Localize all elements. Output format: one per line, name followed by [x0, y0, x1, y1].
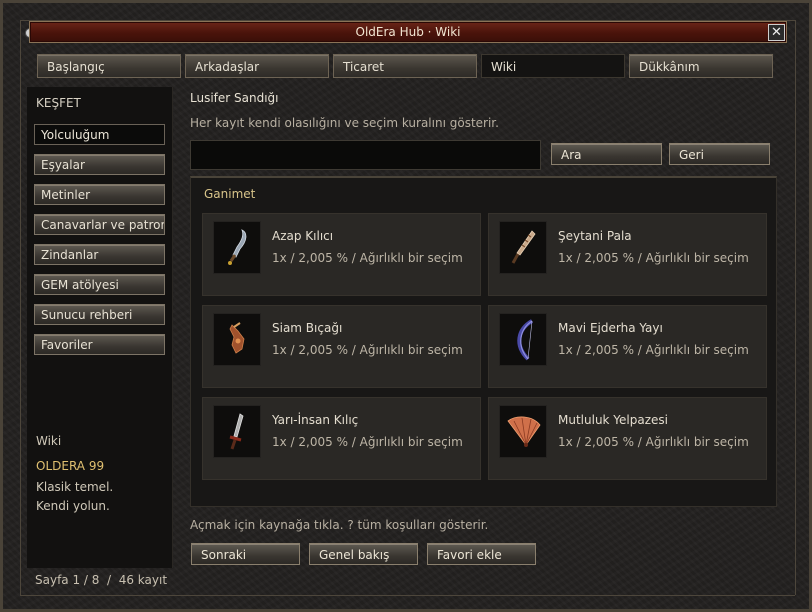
title-bar[interactable]: OldEra Hub · Wiki	[29, 21, 787, 43]
server-tagline-2: Kendi yolun.	[36, 499, 110, 513]
loot-item-name: Yarı-İnsan Kılıç	[272, 413, 359, 427]
server-tagline-1: Klasik temel.	[36, 480, 114, 494]
add-favorite-button-label: Favori ekle	[437, 548, 502, 562]
page-title: Lusifer Sandığı	[190, 91, 279, 105]
loot-item-card[interactable]: Şeytani Pala 1x / 2,005 % / Ağırlıklı bi…	[488, 213, 767, 296]
close-button[interactable]: ✕	[768, 24, 785, 41]
server-name: OLDERA 99	[36, 459, 105, 473]
loot-item-name: Mavi Ejderha Yayı	[558, 321, 663, 335]
page-description: Her kayıt kendi olasılığını ve seçim kur…	[190, 116, 499, 130]
sidebar-item-label: Eşyalar	[41, 158, 85, 172]
sidebar-item-label: GEM atölyesi	[41, 278, 119, 292]
search-input[interactable]	[190, 140, 541, 170]
loot-item-name: Mutluluk Yelpazesi	[558, 413, 668, 427]
sidebar-item-label: Zindanlar	[41, 248, 99, 262]
overview-button-label: Genel bakış	[319, 548, 390, 562]
tab-label: Arkadaşlar	[195, 60, 260, 74]
sidebar-item-label: Favoriler	[41, 338, 93, 352]
tab-ticaret[interactable]: Ticaret	[333, 54, 477, 78]
next-button-label: Sonraki	[201, 548, 247, 562]
loot-item-detail: 1x / 2,005 % / Ağırlıklı bir seçim	[558, 251, 749, 265]
add-favorite-button[interactable]: Favori ekle	[427, 543, 536, 565]
sidebar-item-label: Yolculuğum	[41, 128, 110, 142]
next-button[interactable]: Sonraki	[191, 543, 300, 565]
loot-item-card[interactable]: Mutluluk Yelpazesi 1x / 2,005 % / Ağırlı…	[488, 397, 767, 480]
tab-label: Dükkânım	[639, 60, 700, 74]
fan-icon	[499, 405, 547, 458]
loot-item-name: Siam Bıçağı	[272, 321, 343, 335]
sidebar-heading: KEŞFET	[36, 96, 81, 110]
back-button[interactable]: Geri	[669, 143, 770, 165]
loot-item-detail: 1x / 2,005 % / Ağırlıklı bir seçim	[272, 251, 463, 265]
sidebar-item-canavarlar[interactable]: Canavarlar ve patronlar	[34, 214, 165, 235]
loot-item-detail: 1x / 2,005 % / Ağırlıklı bir seçim	[272, 343, 463, 357]
window-title: OldEra Hub · Wiki	[355, 25, 461, 39]
overview-button[interactable]: Genel bakış	[309, 543, 418, 565]
tab-arkadaslar[interactable]: Arkadaşlar	[185, 54, 329, 78]
tab-label: Wiki	[491, 60, 517, 74]
loot-item-card[interactable]: Mavi Ejderha Yayı 1x / 2,005 % / Ağırlık…	[488, 305, 767, 388]
loot-item-detail: 1x / 2,005 % / Ağırlıklı bir seçim	[558, 343, 749, 357]
tab-baslangic[interactable]: Başlangıç	[37, 54, 181, 78]
back-button-label: Geri	[679, 148, 704, 162]
sidebar-item-yolculugum[interactable]: Yolculuğum	[34, 124, 165, 145]
blade-icon	[499, 221, 547, 274]
sidebar-item-label: Sunucu rehberi	[41, 308, 133, 322]
sidebar-item-label: Canavarlar ve patronlar	[41, 218, 164, 232]
loot-item-card[interactable]: Azap Kılıcı 1x / 2,005 % / Ağırlıklı bir…	[202, 213, 481, 296]
search-button-label: Ara	[561, 148, 582, 162]
loot-item-name: Şeytani Pala	[558, 229, 632, 243]
help-hint: Açmak için kaynağa tıkla. ? tüm koşullar…	[190, 518, 489, 532]
tab-dukkanim[interactable]: Dükkânım	[629, 54, 773, 78]
sidebar: KEŞFET Yolculuğum Eşyalar Metinler Canav…	[27, 87, 173, 568]
sidebar-item-zindanlar[interactable]: Zindanlar	[34, 244, 165, 265]
sword-icon	[213, 405, 261, 458]
loot-item-card[interactable]: Siam Bıçağı 1x / 2,005 % / Ağırlıklı bir…	[202, 305, 481, 388]
sidebar-footer-section: Wiki	[36, 434, 62, 448]
loot-item-detail: 1x / 2,005 % / Ağırlıklı bir seçim	[558, 435, 749, 449]
sidebar-item-label: Metinler	[41, 188, 91, 202]
loot-item-card[interactable]: Yarı-İnsan Kılıç 1x / 2,005 % / Ağırlıkl…	[202, 397, 481, 480]
loot-item-detail: 1x / 2,005 % / Ağırlıklı bir seçim	[272, 435, 463, 449]
sidebar-item-sunucu-rehberi[interactable]: Sunucu rehberi	[34, 304, 165, 325]
dagger-icon	[213, 313, 261, 366]
search-button[interactable]: Ara	[551, 143, 662, 165]
tab-wiki[interactable]: Wiki	[481, 54, 625, 78]
sidebar-item-favoriler[interactable]: Favoriler	[34, 334, 165, 355]
loot-panel: Ganimet Azap Kılıcı 1x / 2,005 % / Ağırl…	[190, 176, 777, 507]
status-bar: Sayfa 1 / 8 / 46 kayıt	[35, 573, 168, 587]
sidebar-item-esyalar[interactable]: Eşyalar	[34, 154, 165, 175]
loot-panel-title: Ganimet	[204, 187, 256, 201]
sword-icon	[213, 221, 261, 274]
sidebar-item-gem-atolyesi[interactable]: GEM atölyesi	[34, 274, 165, 295]
tab-label: Ticaret	[343, 60, 385, 74]
tab-label: Başlangıç	[47, 60, 105, 74]
loot-item-name: Azap Kılıcı	[272, 229, 334, 243]
sidebar-item-metinler[interactable]: Metinler	[34, 184, 165, 205]
bow-icon	[499, 313, 547, 366]
